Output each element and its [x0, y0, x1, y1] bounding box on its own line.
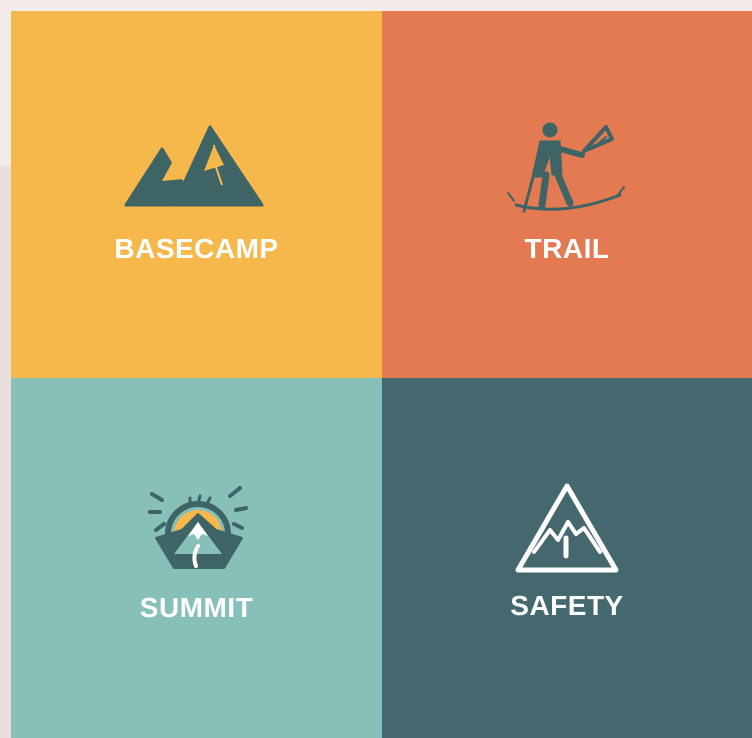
tile-label-basecamp: BASECAMP — [114, 233, 279, 264]
tile-label-trail: TRAIL — [524, 233, 610, 264]
category-grid: BASECAMP TRAIL SUMMIT SAFETY — [11, 11, 752, 738]
sun-summit-badge-icon — [147, 486, 248, 569]
tile-safety[interactable]: SAFETY — [382, 378, 752, 738]
mountain-peaks-icon — [124, 125, 263, 207]
tile-label-safety: SAFETY — [510, 590, 624, 621]
tile-trail[interactable]: TRAIL — [382, 11, 752, 378]
tile-basecamp[interactable]: BASECAMP — [11, 11, 382, 378]
hiker-icon — [507, 122, 625, 213]
tile-summit[interactable]: SUMMIT — [11, 378, 382, 738]
warning-triangle-icon — [515, 483, 619, 573]
tile-label-summit: SUMMIT — [139, 592, 254, 623]
